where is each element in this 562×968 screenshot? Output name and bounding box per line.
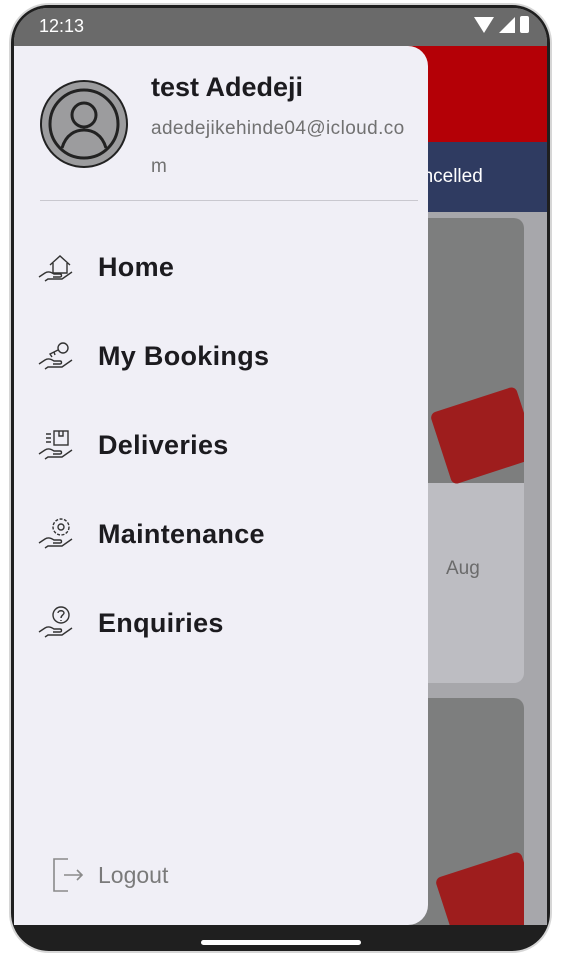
user-name: test Adedeji xyxy=(151,72,304,102)
logout-button[interactable]: Logout xyxy=(50,855,168,895)
navigation-drawer: test Adedeji adedejikehinde04@icloud.com… xyxy=(14,46,428,925)
nav-item-label: Enquiries xyxy=(98,607,224,638)
booking-card-date: Aug xyxy=(446,558,480,579)
nav-item-home[interactable]: Home xyxy=(36,242,174,292)
screen: 12:13 ancelled Aug test Adedeji adedejik… xyxy=(14,8,547,925)
nav-item-label: Deliveries xyxy=(98,429,229,460)
phone-frame: 12:13 ancelled Aug test Adedeji adedejik… xyxy=(11,5,550,951)
logout-label: Logout xyxy=(98,861,169,888)
home-indicator[interactable] xyxy=(200,940,361,945)
status-bar: 12:13 xyxy=(14,8,547,46)
signal-icon xyxy=(499,16,515,33)
user-icon xyxy=(48,88,120,160)
battery-icon xyxy=(520,16,529,33)
nav-item-my-bookings[interactable]: My Bookings xyxy=(36,331,269,381)
user-email: adedejikehinde04@icloud.com xyxy=(151,118,405,177)
status-icons xyxy=(474,16,529,33)
nav-item-label: Home xyxy=(98,251,175,282)
nav-item-maintenance[interactable]: Maintenance xyxy=(36,509,265,559)
maintenance-gear-icon xyxy=(38,518,73,549)
nav-item-deliveries[interactable]: Deliveries xyxy=(36,420,229,470)
home-hand-icon xyxy=(38,255,73,282)
avatar xyxy=(40,80,128,168)
delivery-box-icon xyxy=(38,430,73,460)
enquiry-question-icon xyxy=(38,606,73,638)
divider xyxy=(40,200,418,201)
logout-icon xyxy=(53,858,84,892)
nav-item-label: Maintenance xyxy=(98,518,265,549)
wifi-icon xyxy=(474,16,494,33)
status-time: 12:13 xyxy=(39,16,85,36)
nav-item-enquiries[interactable]: Enquiries xyxy=(36,598,224,648)
bookings-key-icon xyxy=(38,342,73,370)
nav-item-label: My Bookings xyxy=(98,340,270,371)
